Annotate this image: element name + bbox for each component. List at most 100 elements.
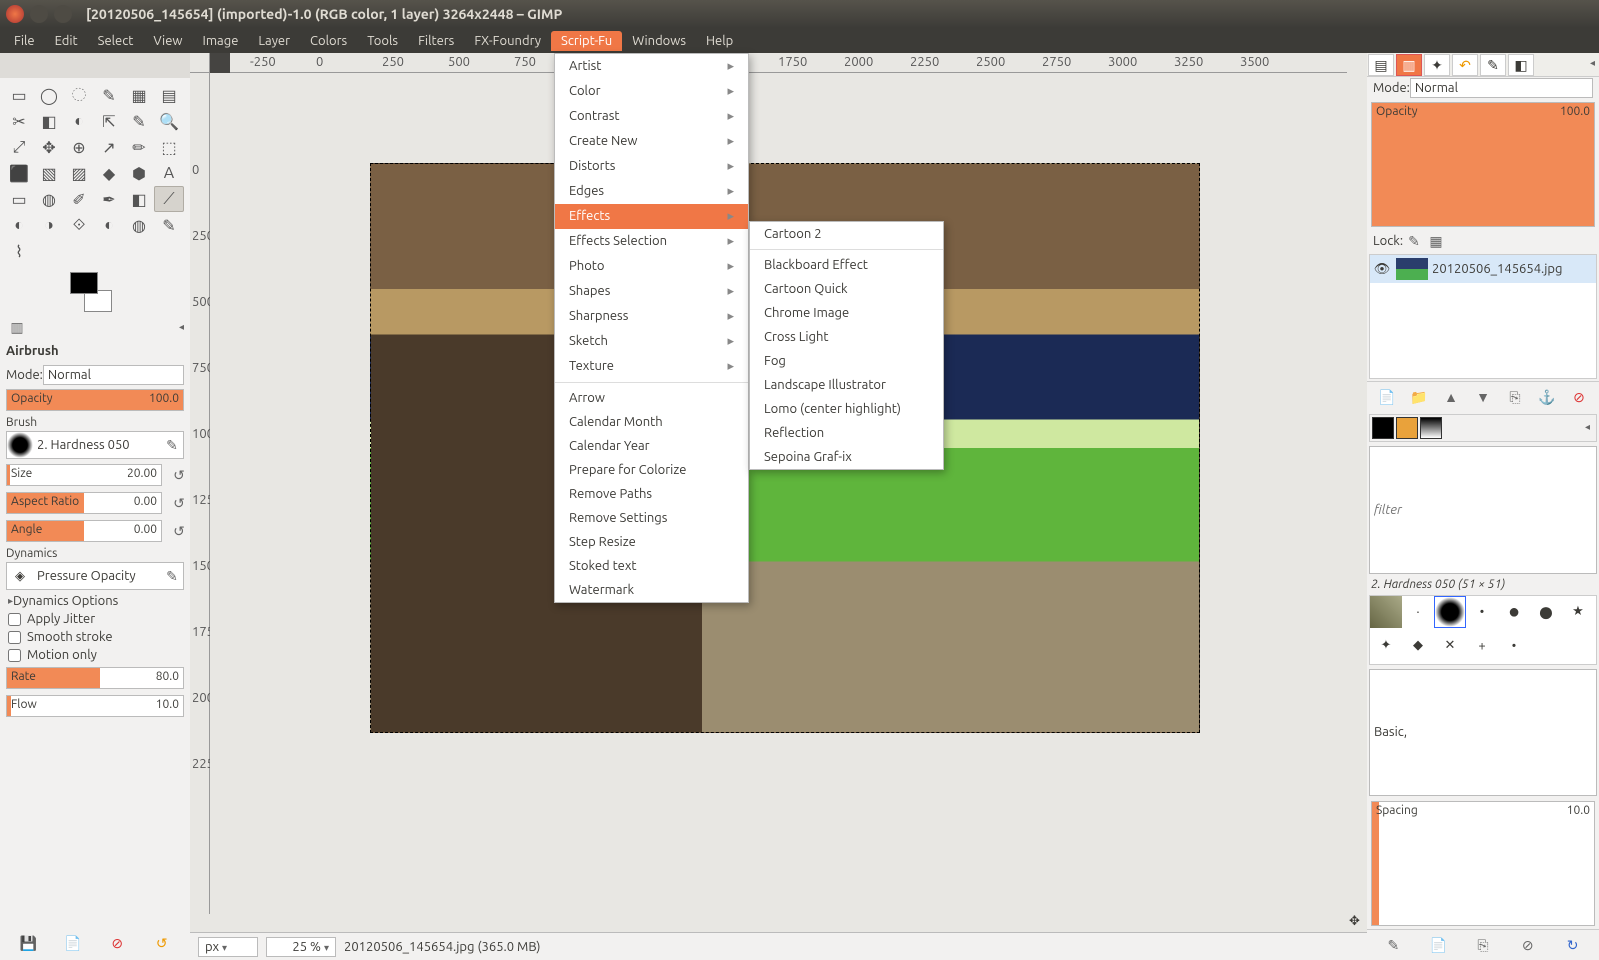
save-preset-icon[interactable]: 💾: [17, 932, 39, 954]
tool-icon[interactable]: ◧: [34, 108, 64, 134]
panel-menu-icon[interactable]: ◂: [179, 321, 184, 333]
menu-fxfoundry[interactable]: FX-Foundry: [464, 31, 551, 51]
tool-icon[interactable]: ▨: [64, 160, 94, 186]
motion-only-check[interactable]: Motion only: [8, 648, 182, 662]
menu-item[interactable]: Cross Light: [750, 325, 943, 349]
menu-item[interactable]: Landscape Illustrator: [750, 373, 943, 397]
brush-refresh-icon[interactable]: ↻: [1562, 934, 1584, 956]
tool-icon[interactable]: ◧: [124, 186, 154, 212]
layer-name[interactable]: 20120506_145654.jpg: [1432, 262, 1562, 276]
horizontal-scrollbar[interactable]: [210, 914, 1349, 932]
menu-item[interactable]: Reflection: [750, 421, 943, 445]
menu-item[interactable]: Sharpness▸: [555, 304, 748, 329]
aspect-slider[interactable]: Aspect Ratio0.00: [6, 492, 162, 514]
menu-item[interactable]: Arrow: [555, 386, 748, 410]
size-reset-icon[interactable]: ↺: [168, 464, 190, 486]
menu-item[interactable]: Watermark: [555, 578, 748, 602]
pal-grad-icon[interactable]: [1420, 417, 1442, 439]
layer-down-icon[interactable]: ▼: [1472, 386, 1494, 408]
tab-misc-icon[interactable]: ◧: [1508, 54, 1534, 76]
tool-icon[interactable]: ✂: [4, 108, 34, 134]
tool-icon[interactable]: ✎: [154, 212, 184, 238]
menu-item[interactable]: Create New▸: [555, 129, 748, 154]
menu-item[interactable]: Cartoon 2: [750, 222, 943, 246]
menu-item[interactable]: Cartoon Quick: [750, 277, 943, 301]
tool-icon[interactable]: ◍: [34, 186, 64, 212]
tab-undo-icon[interactable]: ↶: [1452, 54, 1478, 76]
reset-preset-icon[interactable]: ↺: [151, 932, 173, 954]
tool-icon[interactable]: ⬢: [124, 160, 154, 186]
brush-select[interactable]: 2. Hardness 050 ✎: [6, 431, 184, 459]
menu-item[interactable]: Effects▸: [555, 204, 748, 229]
pal-black-icon[interactable]: [1372, 417, 1394, 439]
tool-icon[interactable]: ⤢: [4, 134, 34, 160]
tool-icon[interactable]: ✒: [94, 186, 124, 212]
tool-icon[interactable]: ◐: [94, 212, 124, 238]
menu-item[interactable]: Contrast▸: [555, 104, 748, 129]
tool-icon[interactable]: 🔍: [154, 108, 184, 134]
canvas[interactable]: [210, 73, 1349, 914]
tool-icon[interactable]: ▦: [124, 82, 154, 108]
smooth-stroke-check[interactable]: Smooth stroke: [8, 630, 182, 644]
layer-mode-select[interactable]: Normal: [1410, 78, 1593, 98]
menu-item[interactable]: Chrome Image: [750, 301, 943, 325]
menu-item[interactable]: Step Resize: [555, 530, 748, 554]
menu-filters[interactable]: Filters: [408, 31, 464, 51]
brush-preset-select[interactable]: Basic,: [1369, 669, 1597, 796]
menu-item[interactable]: Sepoina Graf-ix: [750, 445, 943, 469]
dynamics-edit-icon[interactable]: ✎: [161, 565, 183, 587]
vertical-scrollbar[interactable]: [1349, 73, 1367, 914]
dynamics-options-expand[interactable]: ▸ Dynamics Options: [8, 594, 182, 608]
layer-dup-icon[interactable]: ⎘: [1504, 386, 1526, 408]
flow-slider[interactable]: Flow10.0: [6, 695, 184, 717]
tool-icon[interactable]: ▭: [4, 82, 34, 108]
tool-icon[interactable]: ⟋: [154, 186, 184, 212]
panel-menu-icon[interactable]: ◂: [1581, 417, 1594, 439]
apply-jitter-check[interactable]: Apply Jitter: [8, 612, 182, 626]
menu-item[interactable]: Color▸: [555, 79, 748, 104]
rate-slider[interactable]: Rate80.0: [6, 667, 184, 689]
unit-select[interactable]: px ▾: [198, 937, 258, 957]
menu-item[interactable]: Remove Settings: [555, 506, 748, 530]
menu-item[interactable]: Lomo (center highlight): [750, 397, 943, 421]
tool-icon[interactable]: ▤: [154, 82, 184, 108]
tool-icon[interactable]: ▭: [4, 186, 34, 212]
window-close-icon[interactable]: [6, 5, 24, 23]
tool-icon[interactable]: ◐: [4, 212, 34, 238]
lock-pixels-icon[interactable]: ✎: [1403, 230, 1425, 252]
menu-item[interactable]: Sketch▸: [555, 329, 748, 354]
menu-item[interactable]: Calendar Month: [555, 410, 748, 434]
menu-tools[interactable]: Tools: [357, 31, 408, 51]
brush-new-icon[interactable]: 📄: [1427, 934, 1449, 956]
tool-icon[interactable]: ⊕: [64, 134, 94, 160]
menu-file[interactable]: File: [4, 31, 45, 51]
tool-icon[interactable]: ◍: [124, 212, 154, 238]
tool-icon[interactable]: ◆: [94, 160, 124, 186]
tool-icon[interactable]: ✥: [34, 134, 64, 160]
menu-item[interactable]: Photo▸: [555, 254, 748, 279]
menu-select[interactable]: Select: [88, 31, 144, 51]
tool-icon[interactable]: ✐: [64, 186, 94, 212]
menu-colors[interactable]: Colors: [300, 31, 357, 51]
layer-delete-icon[interactable]: ⊘: [1568, 386, 1590, 408]
panel-menu-icon[interactable]: ◂: [1586, 53, 1599, 76]
opacity-slider[interactable]: Opacity100.0: [6, 389, 184, 411]
tool-icon[interactable]: ⇱: [94, 108, 124, 134]
menu-scriptfu[interactable]: Script-Fu: [551, 31, 622, 51]
menu-item[interactable]: Calendar Year: [555, 434, 748, 458]
tool-icon[interactable]: ✎: [94, 82, 124, 108]
menu-item[interactable]: Stoked text: [555, 554, 748, 578]
aspect-reset-icon[interactable]: ↺: [168, 492, 190, 514]
brush-grid[interactable]: ·•●● ★✦◆✕+•: [1369, 595, 1597, 665]
layer-opacity-slider[interactable]: Opacity100.0: [1371, 102, 1595, 227]
tab-paths-icon[interactable]: ✦: [1424, 54, 1450, 76]
brush-filter-input[interactable]: [1369, 446, 1597, 573]
menu-item[interactable]: Distorts▸: [555, 154, 748, 179]
spacing-slider[interactable]: Spacing10.0: [1371, 801, 1595, 926]
restore-preset-icon[interactable]: 📄: [62, 932, 84, 954]
menu-item[interactable]: Shapes▸: [555, 279, 748, 304]
size-slider[interactable]: Size20.00: [6, 464, 162, 486]
nav-corner-icon[interactable]: ✥: [1349, 914, 1367, 932]
menu-item[interactable]: Artist▸: [555, 54, 748, 79]
tool-icon[interactable]: ↗: [94, 134, 124, 160]
